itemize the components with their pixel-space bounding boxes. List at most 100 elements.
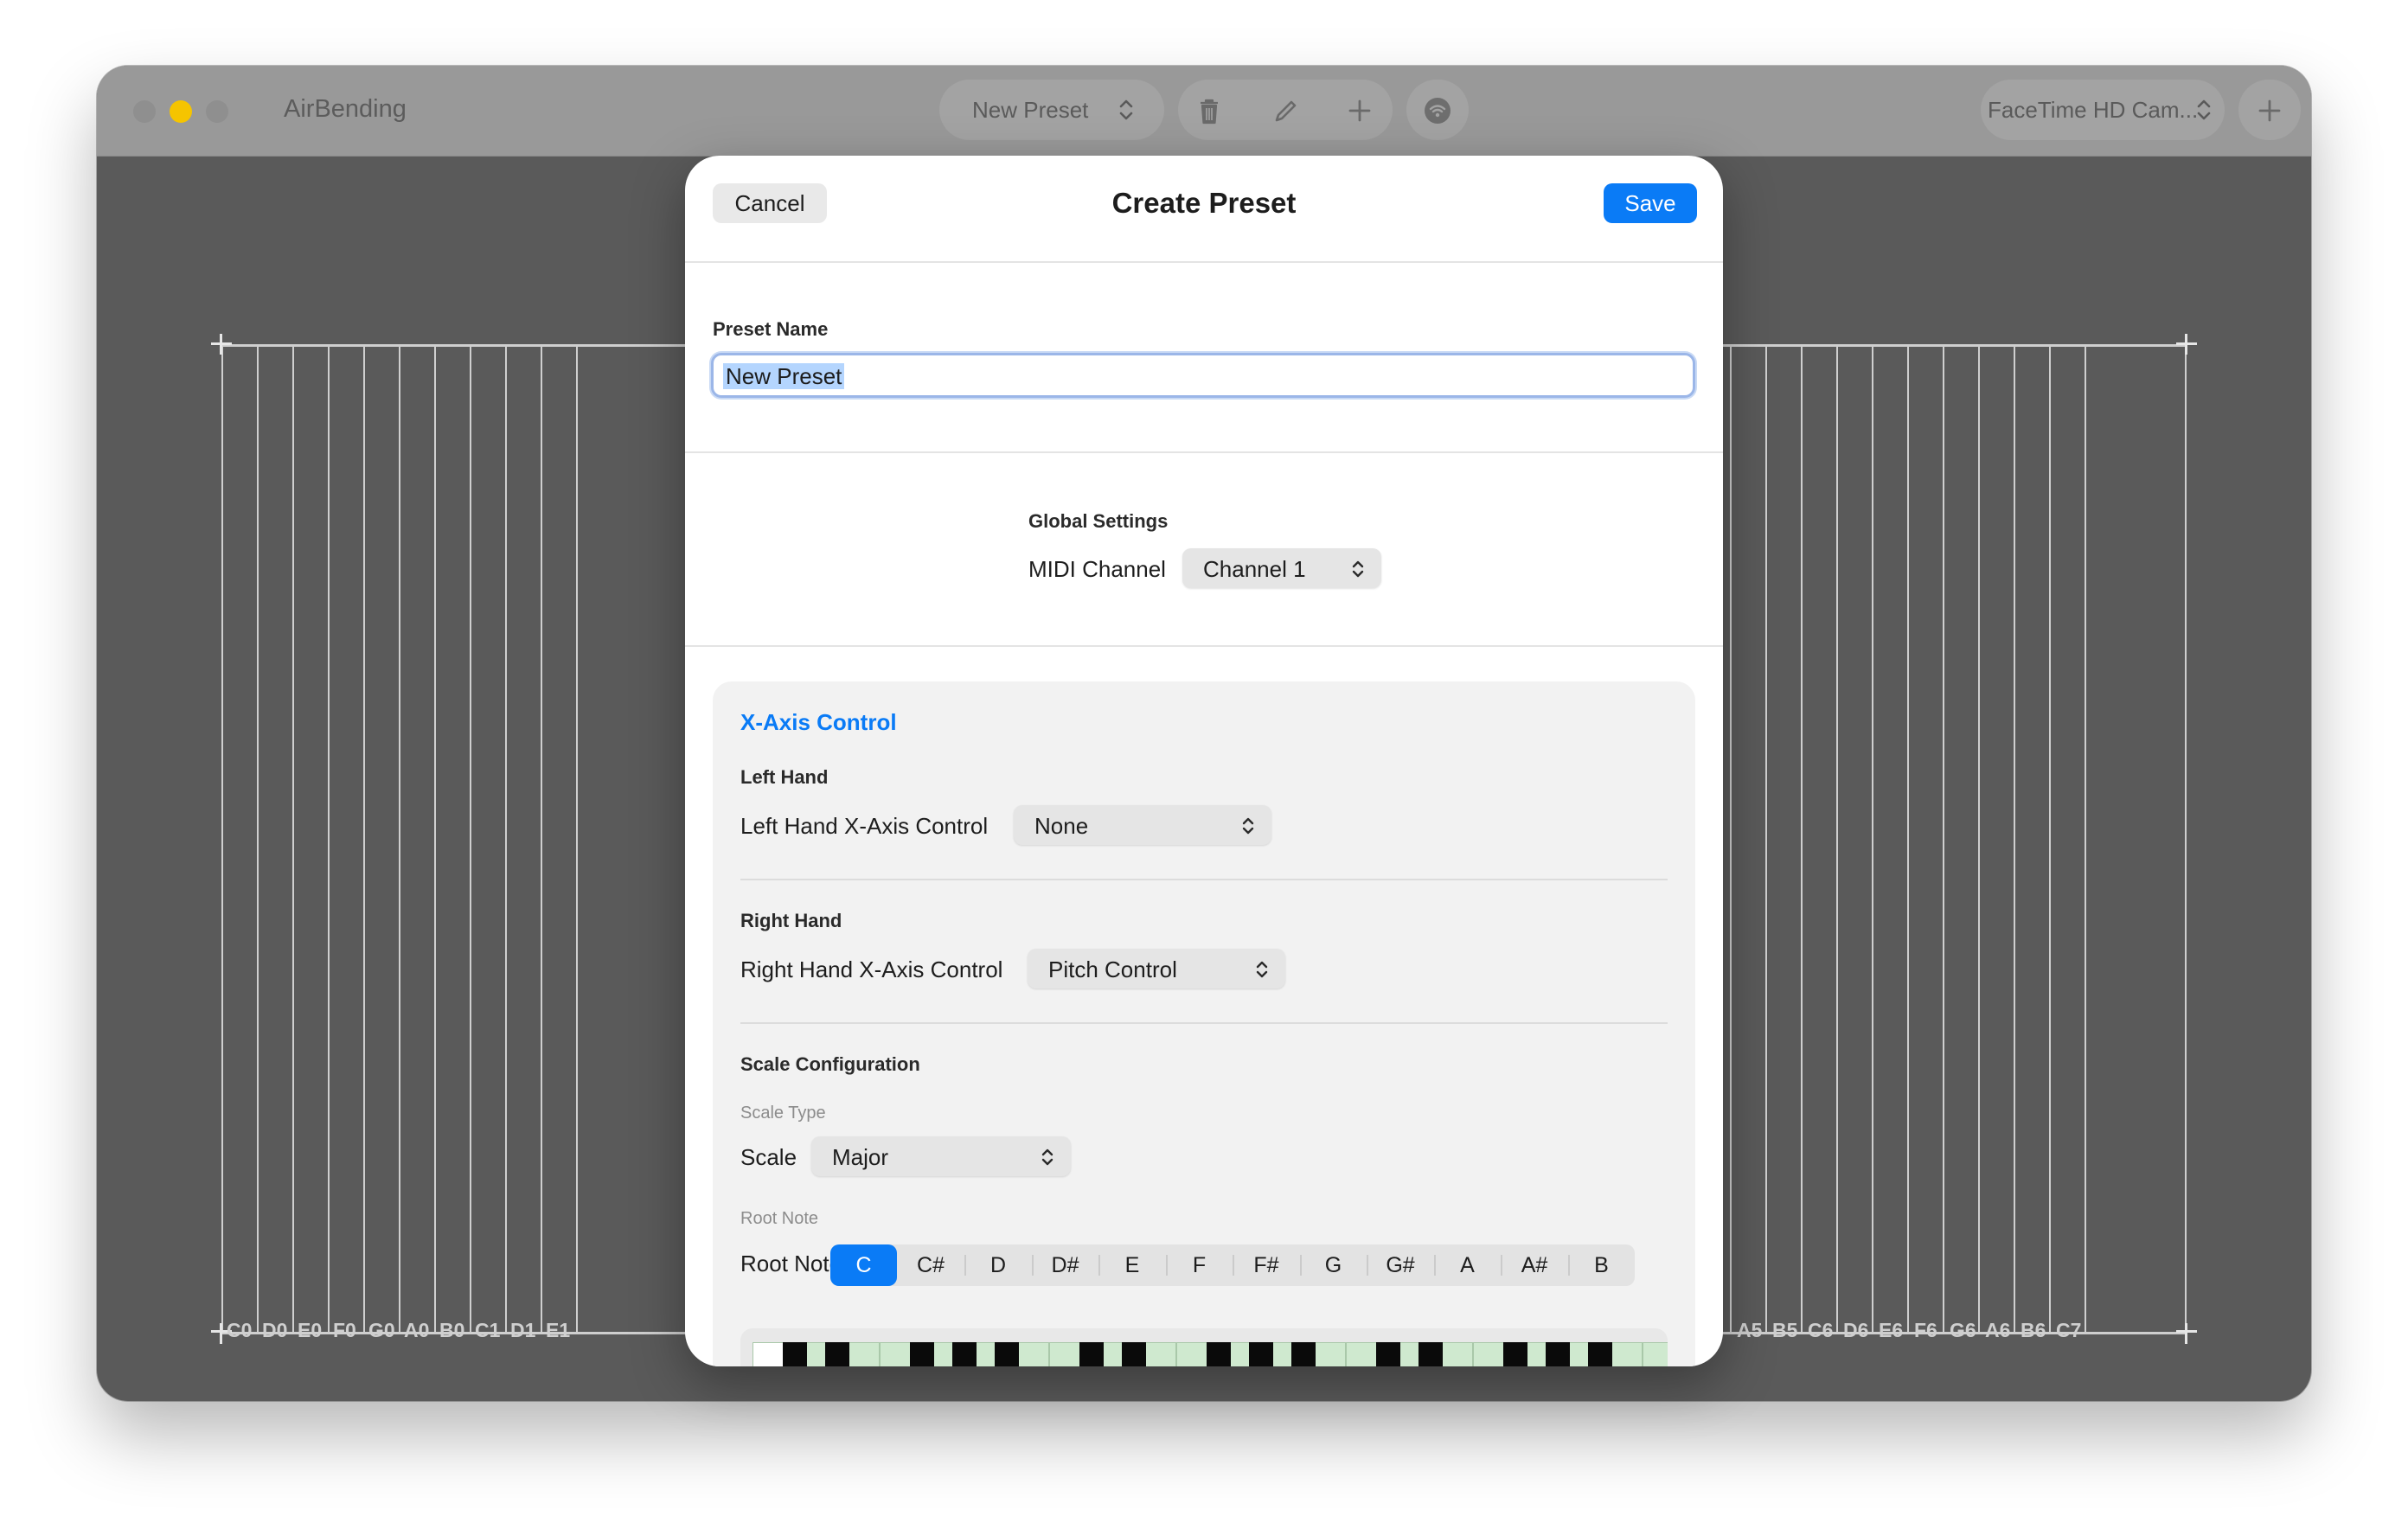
scale-type-caption: Scale Type — [740, 1104, 826, 1123]
piano-black-key — [1376, 1342, 1400, 1366]
note-label: C6 — [1808, 1319, 1834, 1341]
note-label: A0 — [404, 1319, 430, 1341]
root-note-option[interactable]: D# — [1032, 1244, 1098, 1286]
root-note-option[interactable]: A# — [1501, 1244, 1568, 1286]
midi-channel-select[interactable]: Channel 1 — [1182, 548, 1381, 588]
note-label: C7 — [2056, 1319, 2082, 1341]
plus-icon[interactable] — [1342, 93, 1377, 128]
piano-black-key — [1588, 1342, 1612, 1366]
root-note-option[interactable]: G — [1300, 1244, 1367, 1286]
note-label: B5 — [1772, 1319, 1798, 1341]
add-camera-button[interactable] — [2238, 80, 2301, 140]
note-label: A5 — [1737, 1319, 1763, 1341]
root-note-label: Root Note — [740, 1251, 842, 1276]
grid-note-line — [363, 344, 365, 1334]
root-note-option[interactable]: G# — [1367, 1244, 1434, 1286]
close-window-button[interactable] — [133, 100, 156, 123]
piano-black-key — [1079, 1342, 1104, 1366]
scale-configuration-heading: Scale Configuration — [740, 1053, 920, 1075]
note-label: F6 — [1914, 1319, 1937, 1341]
grid-note-line — [292, 344, 294, 1334]
note-label: G0 — [368, 1319, 395, 1341]
root-note-caption: Root Note — [740, 1209, 819, 1228]
midi-channel-value: Channel 1 — [1203, 556, 1306, 582]
plus-icon — [2252, 93, 2287, 128]
note-label: C1 — [475, 1319, 501, 1341]
piano-white-key — [1643, 1342, 1668, 1366]
divider — [685, 451, 1723, 453]
root-note-option[interactable]: C# — [897, 1244, 964, 1286]
grid-corner-tick — [2185, 334, 2187, 355]
piano-black-key — [995, 1342, 1019, 1366]
piano-black-key — [783, 1342, 807, 1366]
save-button[interactable]: Save — [1604, 183, 1697, 223]
note-label: C0 — [227, 1319, 253, 1341]
piano-black-key — [1122, 1342, 1146, 1366]
scale-label: Scale — [740, 1144, 797, 1170]
root-note-option[interactable]: D — [964, 1244, 1032, 1286]
chevron-updown-icon — [1240, 816, 1256, 841]
grid-note-line — [2014, 344, 2015, 1334]
grid-note-line — [2085, 344, 2086, 1334]
note-label: D1 — [510, 1319, 536, 1341]
scale-select[interactable]: Major — [811, 1136, 1071, 1176]
piano-black-key — [1291, 1342, 1316, 1366]
note-label: F0 — [333, 1319, 356, 1341]
grid-note-line — [1801, 344, 1803, 1334]
left-hand-heading: Left Hand — [740, 766, 829, 788]
piano-black-key — [952, 1342, 977, 1366]
grid-note-line — [399, 344, 400, 1334]
piano-black-key — [825, 1342, 849, 1366]
preset-name-input[interactable]: New Preset — [711, 353, 1695, 398]
title-bar: AirBending New Preset FaceTime HD Cam... — [97, 66, 2311, 157]
scale-value: Major — [832, 1144, 889, 1170]
grid-note-line — [221, 344, 223, 1334]
wifi-icon — [1420, 93, 1455, 128]
piano-black-key — [1419, 1342, 1443, 1366]
chevron-updown-icon — [1254, 959, 1270, 984]
right-hand-x-axis-label: Right Hand X-Axis Control — [740, 956, 1003, 982]
scale-piano-keyboard — [740, 1328, 1668, 1366]
root-note-option[interactable]: A — [1434, 1244, 1501, 1286]
grid-corner-tick — [2185, 1323, 2187, 1344]
trash-icon[interactable] — [1192, 93, 1226, 128]
grid-note-line — [1872, 344, 1873, 1334]
note-label: E1 — [546, 1319, 571, 1341]
right-hand-heading: Right Hand — [740, 910, 842, 931]
grid-note-line — [576, 344, 578, 1334]
camera-selector[interactable]: FaceTime HD Cam... — [1981, 80, 2225, 140]
zoom-window-button[interactable] — [206, 100, 228, 123]
grid-note-line — [1836, 344, 1838, 1334]
left-hand-x-axis-select[interactable]: None — [1014, 805, 1271, 845]
note-label: E6 — [1879, 1319, 1904, 1341]
broadcast-button[interactable] — [1406, 80, 1469, 140]
minimize-window-button[interactable] — [170, 100, 192, 123]
root-note-option[interactable]: C — [830, 1244, 897, 1286]
grid-corner-tick — [220, 334, 222, 355]
root-note-option[interactable]: B — [1568, 1244, 1635, 1286]
piano-black-key — [910, 1342, 934, 1366]
note-label: B6 — [2021, 1319, 2046, 1341]
grid-note-line — [470, 344, 471, 1334]
grid-note-line — [2185, 344, 2187, 1334]
left-hand-x-axis-value: None — [1034, 813, 1089, 839]
preset-selector[interactable]: New Preset — [939, 80, 1164, 140]
preset-name-value: New Preset — [723, 363, 845, 389]
divider — [685, 261, 1723, 263]
camera-selector-label: FaceTime HD Cam... — [1988, 97, 2199, 123]
pencil-icon[interactable] — [1268, 93, 1303, 128]
chevron-updown-icon — [2195, 95, 2213, 129]
right-hand-x-axis-select[interactable]: Pitch Control — [1028, 949, 1285, 988]
note-label: B0 — [439, 1319, 465, 1341]
root-note-option[interactable]: E — [1098, 1244, 1166, 1286]
sheet-title: Create Preset — [1111, 187, 1297, 219]
piano-black-key — [1546, 1342, 1570, 1366]
grid-note-line — [434, 344, 436, 1334]
root-note-option[interactable]: F — [1166, 1244, 1233, 1286]
root-note-option[interactable]: F# — [1233, 1244, 1300, 1286]
grid-note-line — [328, 344, 330, 1334]
piano-black-key — [1249, 1342, 1273, 1366]
piano-black-key — [1207, 1342, 1231, 1366]
note-label: D0 — [262, 1319, 288, 1341]
preset-name-label: Preset Name — [713, 318, 829, 340]
